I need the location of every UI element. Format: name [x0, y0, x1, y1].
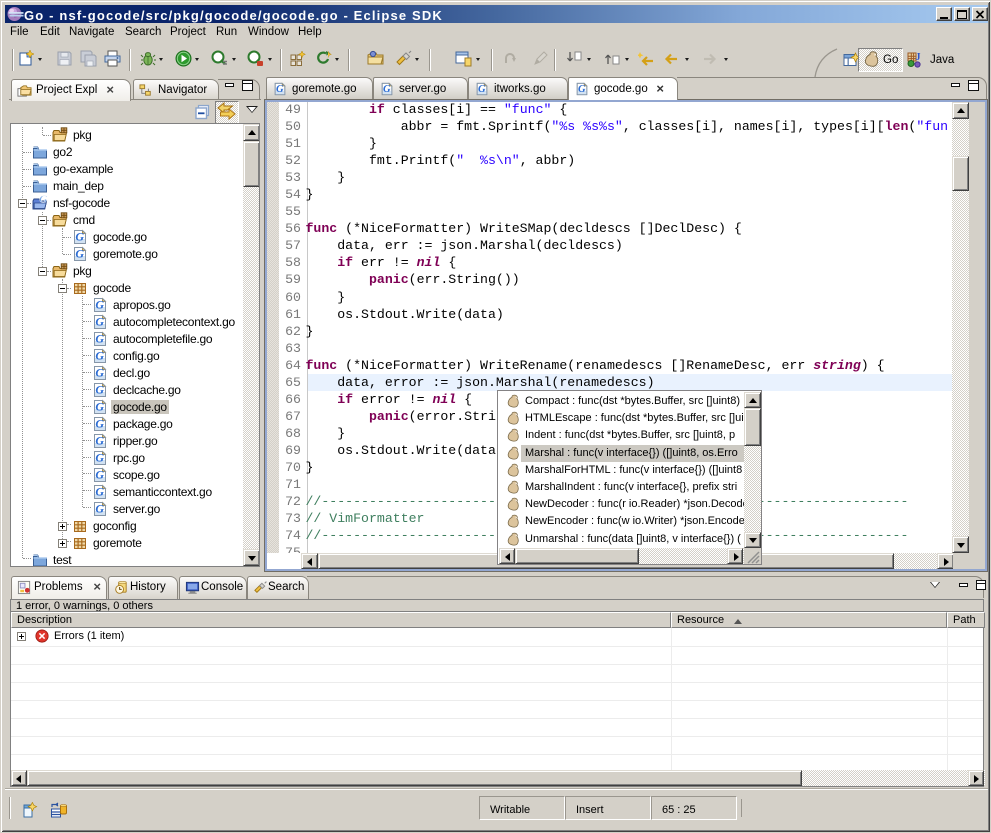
svg-text:J: J [916, 52, 921, 63]
